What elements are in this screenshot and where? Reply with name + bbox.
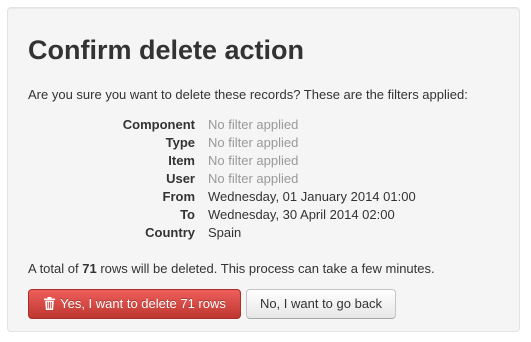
summary-suffix: rows will be deleted. This process can t…	[100, 261, 435, 276]
confirm-delete-panel: Confirm delete action Are you sure you w…	[7, 7, 520, 332]
summary-prefix: A total of	[28, 261, 79, 276]
confirm-delete-button[interactable]: Yes, I want to delete 71 rows	[28, 289, 241, 319]
filter-label: Type	[165, 135, 195, 150]
delete-summary: A total of 71 rows will be deleted. This…	[28, 260, 435, 278]
confirm-delete-label: Yes, I want to delete 71 rows	[60, 296, 226, 311]
dialog-intro: Are you sure you want to delete these re…	[28, 87, 468, 102]
filter-value: No filter applied	[208, 171, 299, 186]
filter-label: Country	[145, 225, 195, 240]
filter-list: Component No filter applied Type No filt…	[28, 116, 498, 242]
filter-row-to: To Wednesday, 30 April 2014 02:00	[28, 206, 498, 224]
filter-row-item: Item No filter applied	[28, 152, 498, 170]
filter-row-country: Country Spain	[28, 224, 498, 242]
cancel-label: No, I want to go back	[259, 296, 383, 311]
filter-label: Item	[168, 153, 195, 168]
dialog-title: Confirm delete action	[28, 35, 305, 65]
filter-row-type: Type No filter applied	[28, 134, 498, 152]
filter-row-user: User No filter applied	[28, 170, 498, 188]
filter-label: From	[162, 189, 196, 204]
filter-value: Wednesday, 01 January 2014 01:00	[208, 189, 416, 204]
filter-label: User	[166, 171, 195, 186]
trash-icon	[44, 292, 56, 320]
filter-row-component: Component No filter applied	[28, 116, 498, 134]
row-count: 71	[82, 261, 97, 276]
filter-value: No filter applied	[208, 135, 299, 150]
filter-value: Wednesday, 30 April 2014 02:00	[208, 207, 395, 222]
filter-label: Component	[122, 117, 195, 132]
filter-row-from: From Wednesday, 01 January 2014 01:00	[28, 188, 498, 206]
filter-value: Spain	[208, 225, 242, 240]
filter-value: No filter applied	[208, 117, 299, 132]
filter-label: To	[180, 207, 195, 222]
filter-value: No filter applied	[208, 153, 299, 168]
cancel-button[interactable]: No, I want to go back	[246, 289, 396, 319]
